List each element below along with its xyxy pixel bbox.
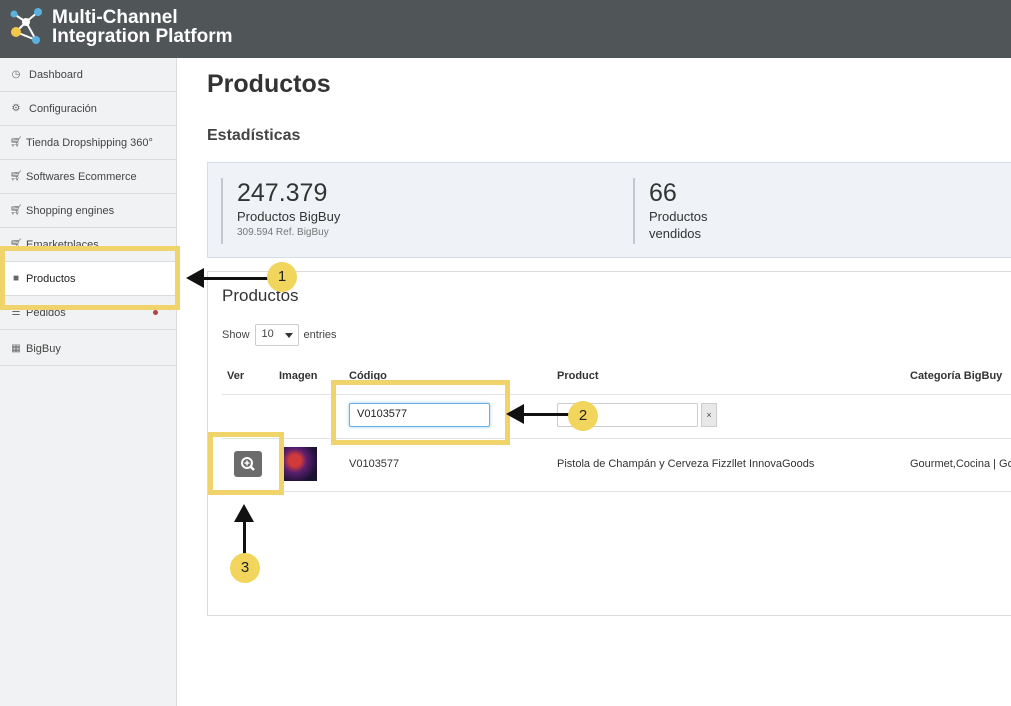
cell-categoria: Gourmet,Cocina | Gou [910, 458, 1011, 470]
stat-label: Productos BigBuy [237, 209, 341, 224]
row-divider [222, 491, 1011, 492]
chevron-down-icon [284, 333, 293, 338]
cart-icon: 🛒︎ [9, 205, 23, 216]
stats-box: 247.379 Productos BigBuy 309.594 Ref. Bi… [207, 162, 1011, 258]
stat-value: 66 [649, 179, 677, 207]
sidebar-item-bigbuy[interactable]: ▦ BigBuy [0, 332, 176, 366]
column-header-ver[interactable]: Ver [227, 370, 244, 382]
sidebar-item-label: Tienda Dropshipping 360° [26, 136, 153, 149]
sidebar-item-label: BigBuy [26, 342, 61, 355]
arrow-head-left-icon [506, 404, 524, 424]
highlight-codigo-filter [331, 380, 510, 445]
show-label: Show [222, 329, 250, 341]
stat-sub: 309.594 Ref. BigBuy [237, 227, 329, 238]
network-logo-icon[interactable] [4, 4, 48, 48]
stat-value: 247.379 [237, 179, 328, 207]
dashboard-icon: ◷ [11, 69, 21, 80]
page-title: Productos [207, 70, 331, 98]
arrow-head-up-icon [234, 504, 254, 522]
column-header-product[interactable]: Product [557, 370, 599, 382]
app-title: Multi-Channel Integration Platform [52, 8, 233, 46]
annotation-badge-2: 2 [568, 401, 598, 431]
sidebar-item-label: Configuración [29, 102, 97, 115]
products-panel: Productos Show 10 entries Ver Imagen Cód… [207, 271, 1011, 616]
clear-filter-button[interactable]: × [701, 403, 717, 427]
notification-dot [153, 310, 158, 315]
sidebar-item-dashboard[interactable]: ◷ Dashboard [0, 58, 176, 92]
entries-control: Show 10 entries [222, 324, 337, 346]
annotation-arrow-2 [520, 413, 570, 416]
highlight-productos [0, 246, 180, 310]
app-title-line1: Multi-Channel [52, 7, 178, 28]
annotation-badge-1: 1 [267, 262, 297, 292]
sidebar-item-label: Dashboard [29, 68, 83, 81]
annotation-badge-3: 3 [230, 553, 260, 583]
entries-label: entries [303, 329, 337, 341]
highlight-view-button [208, 432, 284, 495]
cell-codigo: V0103577 [349, 458, 400, 470]
stat-productos-vendidos: 66 Productos vendidos [633, 178, 708, 244]
sidebar-item-label: Softwares Ecommerce [26, 170, 137, 183]
main-content: Productos Estadísticas 247.379 Productos… [177, 58, 1011, 706]
sidebar-item-configuracion[interactable]: ⚙ Configuración [0, 92, 176, 126]
cart-icon: 🛒︎ [9, 171, 23, 182]
sidebar-item-tienda-dropshipping[interactable]: 🛒︎ Tienda Dropshipping 360° [0, 126, 176, 160]
bigbuy-icon: ▦ [11, 343, 21, 354]
cell-product: Pistola de Champán y Cerveza Fizzllet In… [557, 458, 815, 470]
stats-heading: Estadísticas [207, 127, 301, 144]
cart-icon: 🛒︎ [9, 137, 23, 148]
sidebar: ◷ Dashboard ⚙ Configuración 🛒︎ Tienda Dr… [0, 58, 177, 706]
annotation-arrow-1 [200, 277, 268, 280]
column-header-categoria[interactable]: Categoría BigBuy [910, 370, 1002, 382]
sidebar-item-shopping-engines[interactable]: 🛒︎ Shopping engines [0, 194, 176, 228]
product-thumbnail [283, 447, 317, 481]
arrow-head-left-icon [186, 268, 204, 288]
sidebar-item-label: Shopping engines [26, 204, 115, 217]
entries-select[interactable]: 10 [254, 324, 299, 346]
gear-icon: ⚙ [11, 103, 21, 114]
stat-label-line2: vendidos [649, 226, 702, 241]
top-bar: Multi-Channel Integration Platform [0, 0, 1011, 58]
column-header-imagen[interactable]: Imagen [279, 370, 318, 382]
stat-label-line1: Productos [649, 209, 708, 224]
sidebar-item-softwares-ecommerce[interactable]: 🛒︎ Softwares Ecommerce [0, 160, 176, 194]
app-title-line2: Integration Platform [52, 26, 233, 47]
entries-value: 10 [261, 328, 274, 340]
stat-productos-bigbuy: 247.379 Productos BigBuy 309.594 Ref. Bi… [221, 178, 340, 244]
